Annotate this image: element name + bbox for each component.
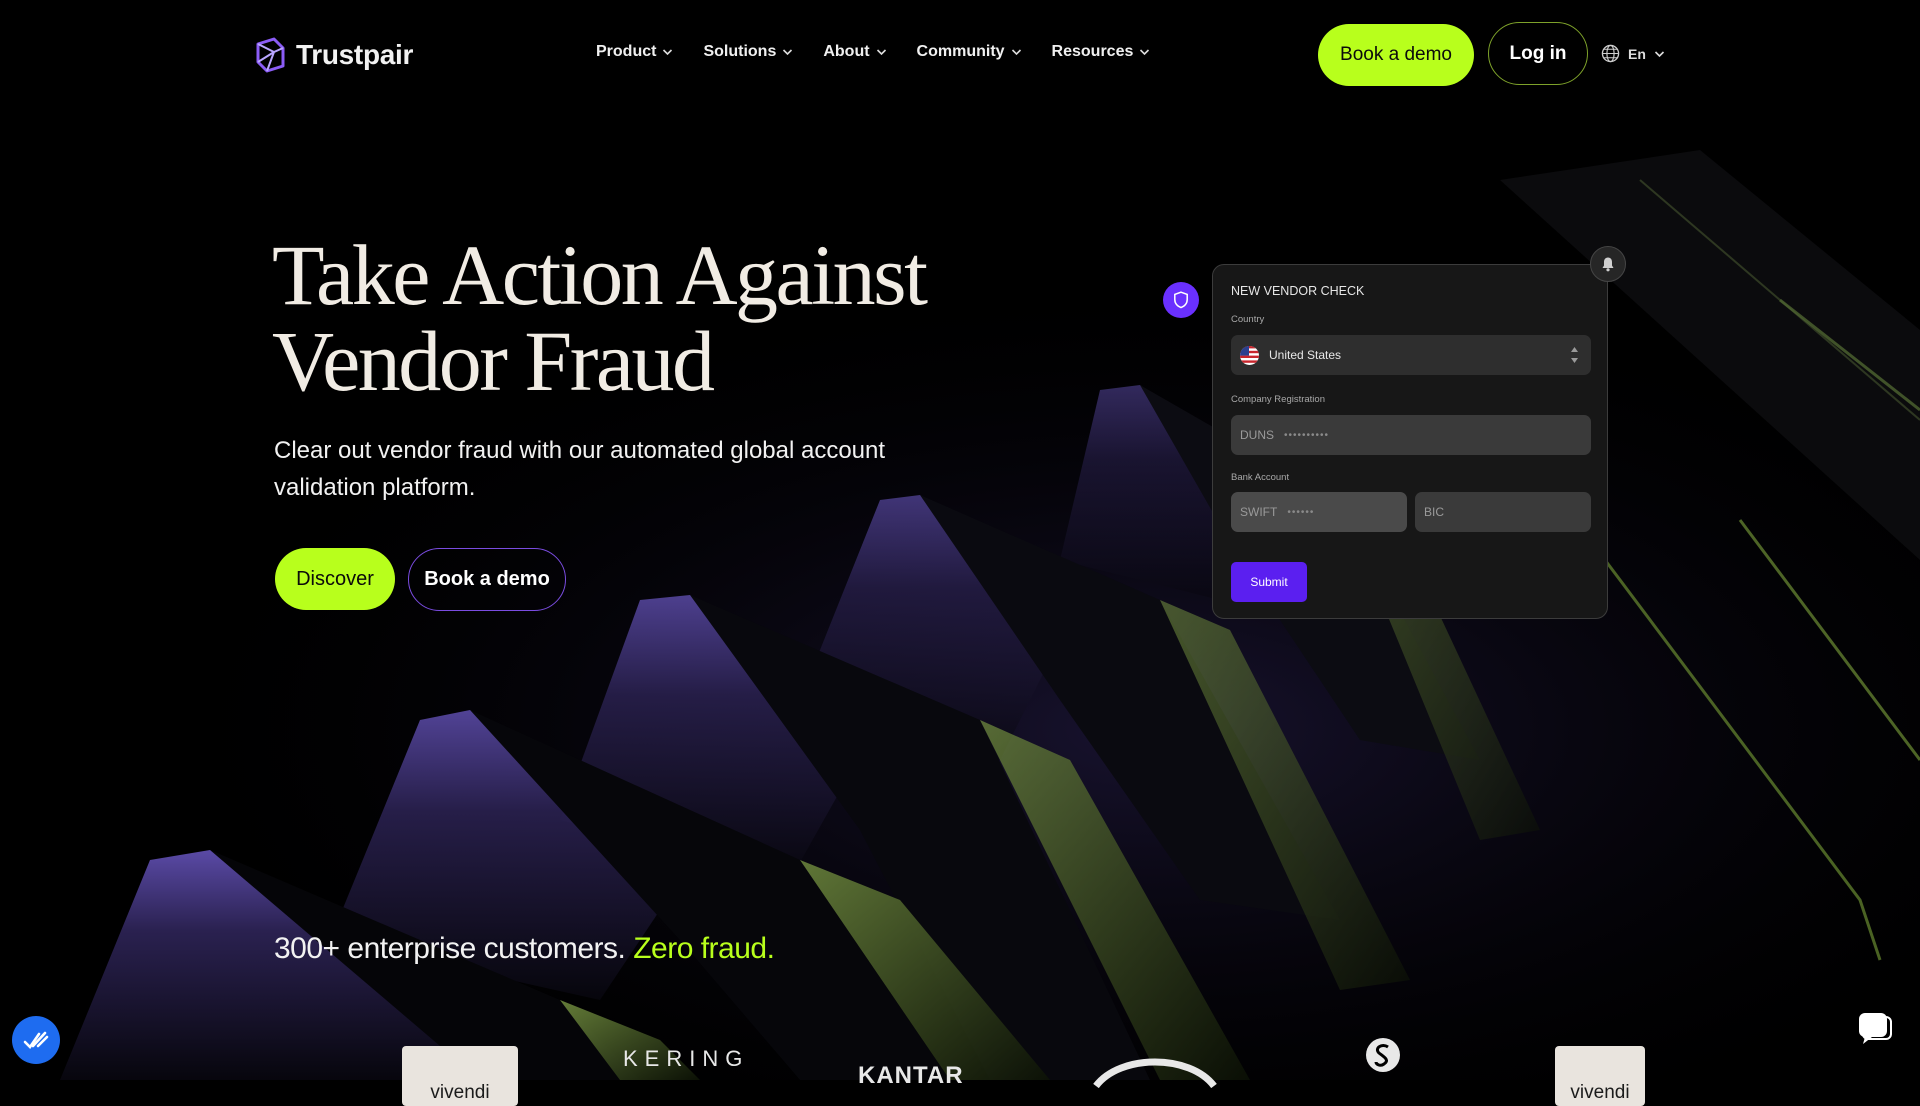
nav-about-label: About xyxy=(823,43,870,60)
kering-logo: KERING xyxy=(623,1046,749,1072)
duns-field[interactable]: DUNS •••••••••• xyxy=(1231,415,1591,455)
nav-solutions-label: Solutions xyxy=(703,43,777,60)
submit-button[interactable]: Submit xyxy=(1231,562,1307,602)
brand-logo[interactable]: Trustpair xyxy=(252,36,413,74)
nav-product-label: Product xyxy=(596,43,657,60)
duns-mask: •••••••••• xyxy=(1284,429,1330,441)
bell-icon xyxy=(1602,257,1614,272)
language-label: En xyxy=(1628,45,1646,62)
accessibility-check-icon xyxy=(23,1031,49,1050)
nav-community-label: Community xyxy=(916,43,1005,60)
hero-title: Take Action Against Vendor Fraud xyxy=(272,232,972,404)
kantar-logo-text: KANTAR xyxy=(858,1062,964,1089)
partial-arc-logo xyxy=(1093,1058,1217,1088)
swift-field[interactable]: SWIFT •••••• xyxy=(1231,492,1407,532)
chevron-down-icon xyxy=(1140,49,1150,56)
nav-product[interactable]: Product xyxy=(596,43,673,61)
hero-background-art xyxy=(0,0,1920,1080)
globe-icon xyxy=(1601,44,1620,63)
accessibility-widget-button[interactable] xyxy=(12,1016,60,1064)
nav-resources-label: Resources xyxy=(1051,43,1134,60)
vendor-check-card: NEW VENDOR CHECK Country United States C… xyxy=(1212,264,1608,619)
shield-badge xyxy=(1163,282,1199,318)
notification-bell xyxy=(1590,246,1626,282)
discover-button[interactable]: Discover xyxy=(275,548,395,610)
customer-logos-strip: vivendi KERING KANTAR vivendi xyxy=(0,1030,1920,1106)
country-select[interactable]: United States xyxy=(1231,335,1591,375)
shield-icon xyxy=(1174,291,1188,309)
country-label: Country xyxy=(1231,314,1265,325)
login-button[interactable]: Log in xyxy=(1488,22,1588,85)
bic-placeholder: BIC xyxy=(1424,505,1445,519)
trustpair-logo-icon xyxy=(256,37,285,73)
swift-mask: •••••• xyxy=(1287,506,1315,518)
chevron-down-icon xyxy=(1011,49,1021,56)
nav-resources[interactable]: Resources xyxy=(1052,43,1151,61)
bic-field[interactable]: BIC xyxy=(1415,492,1591,532)
kantar-logo: KANTAR xyxy=(858,1062,964,1090)
header-book-demo-button[interactable]: Book a demo xyxy=(1318,24,1474,86)
us-flag-icon xyxy=(1240,345,1259,365)
hero-book-demo-button[interactable]: Book a demo xyxy=(408,548,566,611)
country-value: United States xyxy=(1269,348,1342,362)
chevron-down-icon xyxy=(783,49,793,56)
vivendi-logo: vivendi xyxy=(402,1046,518,1106)
vivendi-logo-repeat-text: vivendi xyxy=(1570,1082,1630,1103)
select-arrows-icon xyxy=(1571,347,1578,363)
duns-placeholder: DUNS xyxy=(1240,428,1275,442)
vendor-check-title: NEW VENDOR CHECK xyxy=(1231,284,1365,298)
kering-logo-text: KERING xyxy=(623,1046,750,1071)
chevron-down-icon xyxy=(663,49,673,56)
site-header: Trustpair Product Solutions About Commun… xyxy=(0,0,1920,110)
language-selector[interactable]: En xyxy=(1601,44,1665,63)
nav-solutions[interactable]: Solutions xyxy=(703,43,793,61)
vivendi-logo-repeat: vivendi xyxy=(1555,1046,1645,1106)
chat-bubble-icon[interactable] xyxy=(1857,1010,1893,1046)
nav-community[interactable]: Community xyxy=(917,43,1022,61)
customers-headline: 300+ enterprise customers. Zero fraud. xyxy=(274,932,775,966)
brand-name: Trustpair xyxy=(296,39,414,70)
company-registration-label: Company Registration xyxy=(1231,394,1325,405)
nav-about[interactable]: About xyxy=(823,43,886,61)
hero-subtitle: Clear out vendor fraud with our automate… xyxy=(274,437,886,501)
swift-placeholder: SWIFT xyxy=(1240,505,1278,519)
customers-count-text: 300+ enterprise customers. xyxy=(274,932,626,965)
hero-title-line2: Vendor Fraud xyxy=(272,313,715,409)
bank-account-label: Bank Account xyxy=(1231,472,1290,483)
hero-title-line1: Take Action Against xyxy=(272,227,928,323)
chevron-down-icon xyxy=(876,49,886,56)
main-nav: Product Solutions About Community Resour… xyxy=(596,43,1150,61)
zero-fraud-text: Zero fraud. xyxy=(633,932,775,965)
chevron-down-icon xyxy=(1654,50,1664,57)
circle-s-logo xyxy=(1366,1038,1400,1072)
vivendi-logo-text: vivendi xyxy=(430,1082,490,1103)
